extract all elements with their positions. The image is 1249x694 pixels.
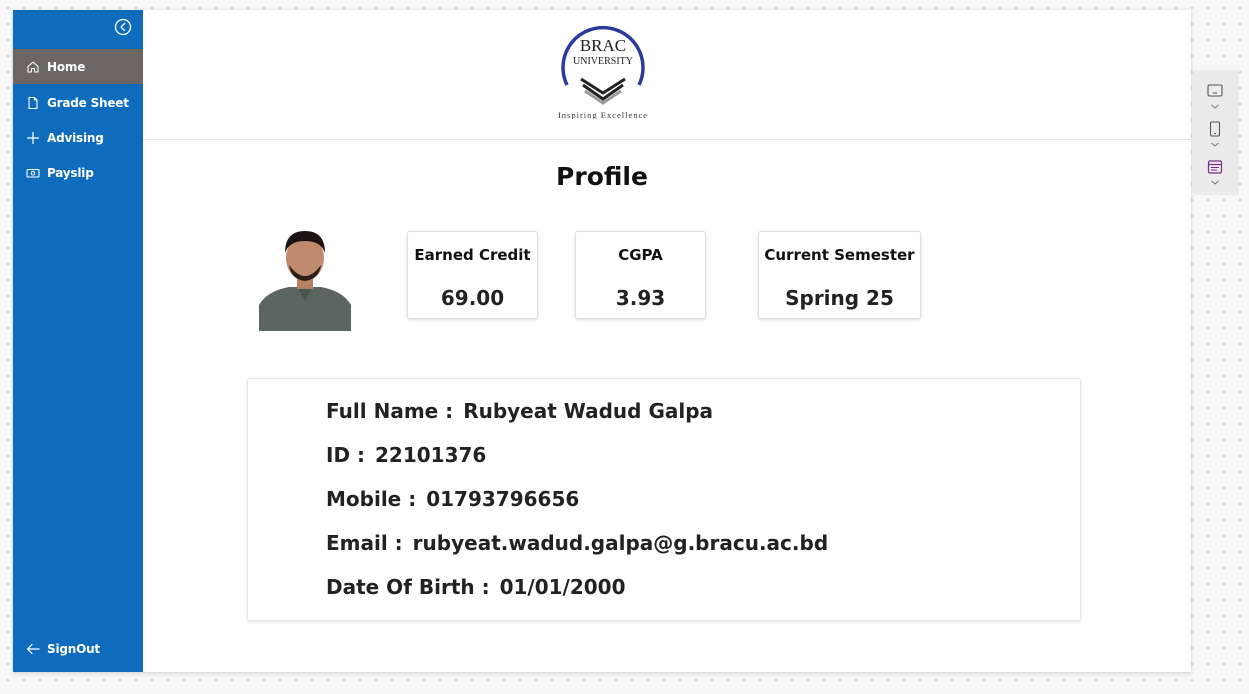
profile-photo xyxy=(259,221,351,331)
detail-full-name: Full Name : Rubyeat Wadud Galpa xyxy=(326,399,713,423)
page-title: Profile xyxy=(556,162,648,191)
stat-label: CGPA xyxy=(618,246,663,264)
sidebar-item-label: Grade Sheet xyxy=(47,95,129,110)
form-view-button[interactable] xyxy=(1204,158,1226,188)
desktop-view-button[interactable] xyxy=(1204,82,1226,112)
stat-value: 69.00 xyxy=(440,286,505,310)
stat-card-current-semester: Current Semester Spring 25 xyxy=(758,231,921,319)
detail-id: ID : 22101376 xyxy=(326,443,486,467)
sidebar-item-advising[interactable]: Advising xyxy=(13,120,143,155)
stat-value: Spring 25 xyxy=(785,286,894,310)
detail-mobile: Mobile : 01793796656 xyxy=(326,487,579,511)
logo-text-university: UNIVERSITY xyxy=(573,56,633,67)
stat-card-earned-credit: Earned Credit 69.00 xyxy=(407,231,538,319)
detail-value: rubyeat.wadud.galpa@g.bracu.ac.bd xyxy=(412,531,829,555)
stat-label: Current Semester xyxy=(764,246,915,264)
stat-label: Earned Credit xyxy=(414,246,531,264)
detail-label: Mobile : xyxy=(326,487,417,511)
detail-value: 22101376 xyxy=(375,443,487,467)
sidebar-item-label: Home xyxy=(47,59,86,74)
signout-button[interactable]: SignOut xyxy=(13,638,143,660)
brac-university-logo: BRAC UNIVERSITY Inspiring Excellence xyxy=(545,13,661,120)
detail-date-of-birth: Date Of Birth : 01/01/2000 xyxy=(326,575,626,599)
detail-value: 01/01/2000 xyxy=(499,575,626,599)
document-icon xyxy=(26,96,40,110)
stat-value: 3.93 xyxy=(615,286,666,310)
signout-label: SignOut xyxy=(47,642,100,656)
profile-details-card: Full Name : Rubyeat Wadud Galpa ID : 22101… xyxy=(247,378,1081,621)
sidebar: Home Grade Sheet Advising Payslip SignOu xyxy=(13,10,143,672)
detail-value: 01793796656 xyxy=(426,487,580,511)
device-preview-toolbar xyxy=(1192,70,1239,195)
mobile-view-button[interactable] xyxy=(1204,120,1226,150)
stat-card-cgpa: CGPA 3.93 xyxy=(575,231,706,319)
collapse-sidebar-icon[interactable] xyxy=(114,18,132,36)
detail-label: ID : xyxy=(326,443,366,467)
detail-label: Email : xyxy=(326,531,403,555)
detail-label: Date Of Birth : xyxy=(326,575,490,599)
plus-icon xyxy=(26,131,40,145)
sidebar-item-payslip[interactable]: Payslip xyxy=(13,155,143,190)
sidebar-item-grade-sheet[interactable]: Grade Sheet xyxy=(13,85,143,120)
app-window: Home Grade Sheet Advising Payslip SignOu xyxy=(13,10,1191,672)
detail-email: Email : rubyeat.wadud.galpa@g.bracu.ac.bd xyxy=(326,531,828,555)
logo-text-brac: BRAC xyxy=(580,36,626,55)
sidebar-item-label: Advising xyxy=(47,130,104,145)
home-icon xyxy=(26,60,40,74)
logo-tagline: Inspiring Excellence xyxy=(558,110,648,119)
arrow-left-icon xyxy=(26,642,40,656)
sidebar-item-label: Payslip xyxy=(47,165,94,180)
detail-value: Rubyeat Wadud Galpa xyxy=(463,399,714,423)
sidebar-item-home[interactable]: Home xyxy=(13,49,143,84)
money-icon xyxy=(26,166,40,180)
header: BRAC UNIVERSITY Inspiring Excellence xyxy=(143,10,1191,140)
detail-label: Full Name : xyxy=(326,399,454,423)
